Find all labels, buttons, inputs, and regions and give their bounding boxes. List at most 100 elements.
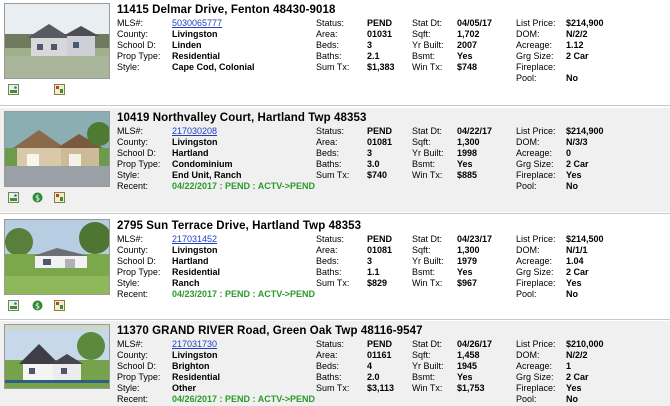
win-tx-value: $748	[457, 62, 478, 72]
label-recent: Recent:	[117, 394, 149, 404]
baths-value: 1.1	[367, 267, 380, 277]
label-yr-built: Yr Built:	[412, 148, 444, 158]
listing-row: 11415 Delmar Drive, Fenton 48430-9018 ML…	[0, 0, 670, 104]
map-icon[interactable]	[54, 84, 65, 95]
grg-size-value: 2 Car	[566, 372, 589, 382]
county-value: Livingston	[172, 29, 218, 39]
stat-dt-value: 04/22/17	[457, 126, 493, 136]
style-value: Ranch	[172, 278, 200, 288]
label-win-tx: Win Tx:	[412, 170, 443, 180]
listing-photo[interactable]	[4, 219, 110, 295]
label-pool: Pool:	[516, 181, 537, 191]
status-value: PEND	[367, 234, 393, 244]
area-value: 01081	[367, 137, 393, 147]
label-area: Area:	[316, 29, 338, 39]
label-recent: Recent:	[117, 289, 149, 299]
label-dom: DOM:	[516, 29, 540, 39]
baths-value: 2.1	[367, 51, 380, 61]
history-icon[interactable]: $	[32, 192, 43, 203]
label-list-price: List Price:	[516, 234, 556, 244]
bsmt-value: Yes	[457, 372, 473, 382]
map-icon[interactable]	[54, 192, 65, 203]
label-grg-size: Grg Size:	[516, 267, 554, 277]
label-fireplace: Fireplace:	[516, 278, 556, 288]
yr-built-value: 1979	[457, 256, 478, 266]
listing-photo[interactable]	[4, 111, 110, 187]
photo-gallery-icon[interactable]	[8, 192, 19, 203]
listing-address[interactable]: 11415 Delmar Drive, Fenton 48430-9018	[117, 4, 336, 16]
pool-value: No	[566, 394, 578, 404]
label-pool: Pool:	[516, 289, 537, 299]
mls-link[interactable]: 217031730	[172, 339, 217, 349]
sqft-value: 1,702	[457, 29, 480, 39]
label-style: Style:	[117, 170, 140, 180]
label-mls: MLS#:	[117, 18, 144, 28]
listing-photo[interactable]	[4, 3, 110, 79]
list-price-value: $210,000	[566, 339, 604, 349]
fireplace-value: Yes	[566, 383, 582, 393]
area-value: 01031	[367, 29, 393, 39]
photo-gallery-icon[interactable]	[8, 84, 19, 95]
label-school: School D:	[117, 361, 157, 371]
grg-size-value: 2 Car	[566, 159, 589, 169]
label-stat-dt: Stat Dt:	[412, 234, 443, 244]
mls-link[interactable]: 217031452	[172, 234, 217, 244]
listing-address[interactable]: 10419 Northvalley Court, Hartland Twp 48…	[117, 112, 367, 124]
beds-value: 3	[367, 148, 373, 158]
label-dom: DOM:	[516, 245, 540, 255]
bsmt-value: Yes	[457, 267, 473, 277]
listing-address[interactable]: 11370 GRAND RIVER Road, Green Oak Twp 48…	[117, 325, 423, 337]
county-value: Livingston	[172, 245, 218, 255]
list-price-value: $214,500	[566, 234, 604, 244]
label-sqft: Sqft:	[412, 29, 431, 39]
label-stat-dt: Stat Dt:	[412, 126, 443, 136]
acreage-value: 0	[566, 148, 572, 158]
mls-link[interactable]: 5030065777	[172, 18, 222, 28]
map-icon[interactable]	[54, 300, 65, 311]
fireplace-value: Yes	[566, 278, 582, 288]
pool-value: No	[566, 181, 578, 191]
style-value: Cape Cod, Colonial	[172, 62, 255, 72]
label-yr-built: Yr Built:	[412, 361, 444, 371]
area-value: 01161	[367, 350, 392, 360]
label-list-price: List Price:	[516, 126, 556, 136]
label-baths: Baths:	[316, 372, 342, 382]
label-bsmt: Bsmt:	[412, 267, 436, 277]
label-status: Status:	[316, 126, 345, 136]
row-divider	[0, 213, 670, 214]
photo-gallery-icon[interactable]	[8, 300, 19, 311]
yr-built-value: 2007	[457, 40, 478, 50]
label-grg-size: Grg Size:	[516, 372, 554, 382]
label-mls: MLS#:	[117, 234, 144, 244]
label-acreage: Acreage:	[516, 256, 553, 266]
history-icon[interactable]: $	[32, 300, 43, 311]
row-divider	[0, 319, 670, 320]
listing-photo[interactable]	[4, 324, 110, 389]
label-dom: DOM:	[516, 350, 540, 360]
prop-type-value: Condominium	[172, 159, 233, 169]
label-fireplace: Fireplace:	[516, 383, 556, 393]
label-beds: Beds:	[316, 256, 340, 266]
county-value: Livingston	[172, 137, 218, 147]
grg-size-value: 2 Car	[566, 51, 589, 61]
mls-link[interactable]: 217030208	[172, 126, 217, 136]
stat-dt-value: 04/05/17	[457, 18, 493, 28]
bsmt-value: Yes	[457, 51, 473, 61]
sum-tx-value: $829	[367, 278, 388, 288]
label-sqft: Sqft:	[412, 137, 431, 147]
label-prop-type: Prop Type:	[117, 267, 161, 277]
label-baths: Baths:	[316, 267, 342, 277]
listing-row: $ 2795 Sun Terrace Drive, Hartland Twp 4…	[0, 216, 670, 320]
label-acreage: Acreage:	[516, 148, 553, 158]
bsmt-value: Yes	[457, 159, 473, 169]
label-prop-type: Prop Type:	[117, 159, 161, 169]
listing-address[interactable]: 2795 Sun Terrace Drive, Hartland Twp 483…	[117, 220, 361, 232]
style-value: End Unit, Ranch	[172, 170, 242, 180]
label-stat-dt: Stat Dt:	[412, 339, 443, 349]
area-value: 01081	[367, 245, 393, 255]
label-list-price: List Price:	[516, 18, 556, 28]
label-county: County:	[117, 29, 149, 39]
win-tx-value: $885	[457, 170, 478, 180]
listing-row: $ 10419 Northvalley Court, Hartland Twp …	[0, 108, 670, 212]
label-mls: MLS#:	[117, 339, 144, 349]
